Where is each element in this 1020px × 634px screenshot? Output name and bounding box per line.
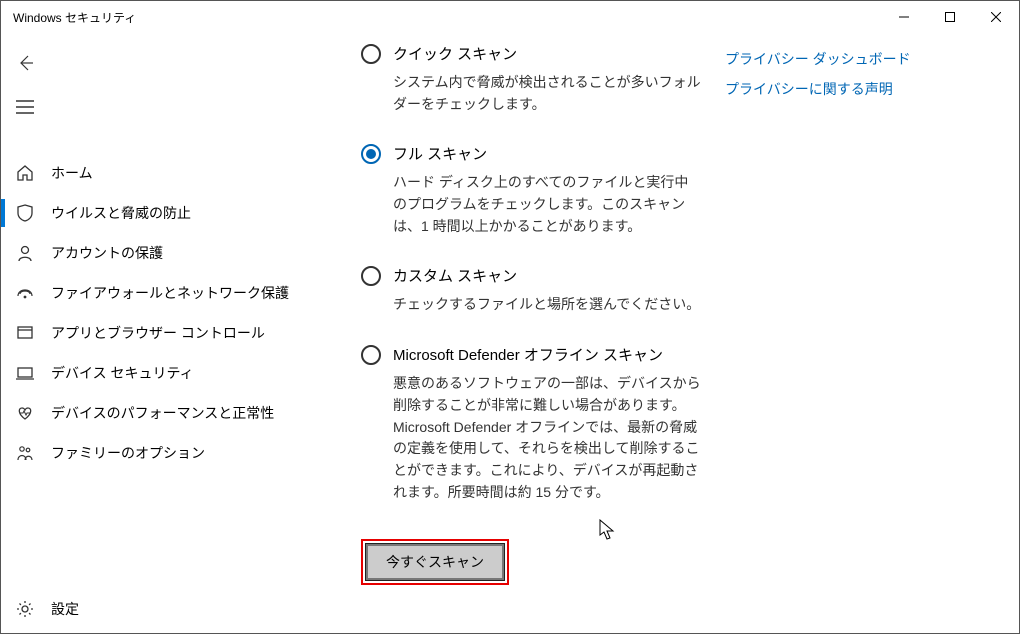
nav-label: ファミリーのオプション <box>51 443 205 463</box>
settings-label: 設定 <box>51 599 79 619</box>
network-icon <box>15 283 35 303</box>
sidebar: ホーム ウイルスと脅威の防止 アカウントの保護 ファイアウォールとネットワーク保… <box>1 33 321 633</box>
device-icon <box>15 363 35 383</box>
nav-label: ホーム <box>51 163 93 183</box>
heart-icon <box>15 403 35 423</box>
nav-label: ファイアウォールとネットワーク保護 <box>51 283 289 303</box>
cursor-icon <box>599 519 617 541</box>
scan-desc: 悪意のあるソフトウェアの一部は、デバイスから削除することが非常に難しい場合があり… <box>393 373 701 503</box>
menu-button[interactable] <box>1 85 49 129</box>
shield-icon <box>15 203 35 223</box>
gear-icon <box>15 599 35 619</box>
close-button[interactable] <box>973 1 1019 33</box>
scan-option-full: フル スキャン ハード ディスク上のすべてのファイルと実行中のプログラムをチェッ… <box>361 143 701 237</box>
scan-title: カスタム スキャン <box>393 265 517 286</box>
titlebar: Windows セキュリティ <box>1 1 1019 33</box>
link-privacy-statement[interactable]: プライバシーに関する声明 <box>725 79 911 99</box>
nav-item-account[interactable]: アカウントの保護 <box>1 233 321 273</box>
back-button[interactable] <box>1 41 49 85</box>
nav-item-home[interactable]: ホーム <box>1 153 321 193</box>
scan-title: Microsoft Defender オフライン スキャン <box>393 344 663 365</box>
nav-item-family[interactable]: ファミリーのオプション <box>1 433 321 473</box>
radio-quick[interactable] <box>361 44 381 64</box>
nav-item-firewall[interactable]: ファイアウォールとネットワーク保護 <box>1 273 321 313</box>
minimize-button[interactable] <box>881 1 927 33</box>
radio-custom[interactable] <box>361 266 381 286</box>
window-controls <box>881 1 1019 33</box>
scan-options: クイック スキャン システム内で脅威が検出されることが多いフォルダーをチェックし… <box>361 43 701 633</box>
scan-desc: システム内で脅威が検出されることが多いフォルダーをチェックします。 <box>393 72 701 115</box>
main-content: クイック スキャン システム内で脅威が検出されることが多いフォルダーをチェックし… <box>321 33 1019 633</box>
nav-item-settings[interactable]: 設定 <box>1 589 321 629</box>
scan-title: クイック スキャン <box>393 43 517 64</box>
home-icon <box>15 163 35 183</box>
link-privacy-dashboard[interactable]: プライバシー ダッシュボード <box>725 49 911 69</box>
scan-option-offline: Microsoft Defender オフライン スキャン 悪意のあるソフトウェ… <box>361 344 701 503</box>
app-icon <box>15 323 35 343</box>
nav-label: アプリとブラウザー コントロール <box>51 323 265 343</box>
radio-full[interactable] <box>361 144 381 164</box>
nav-label: ウイルスと脅威の防止 <box>51 203 191 223</box>
account-icon <box>15 243 35 263</box>
scan-title: フル スキャン <box>393 143 487 164</box>
nav-list: ホーム ウイルスと脅威の防止 アカウントの保護 ファイアウォールとネットワーク保… <box>1 153 321 589</box>
scan-desc: ハード ディスク上のすべてのファイルと実行中のプログラムをチェックします。このス… <box>393 172 701 237</box>
maximize-button[interactable] <box>927 1 973 33</box>
scan-option-custom: カスタム スキャン チェックするファイルと場所を選んでください。 <box>361 265 701 316</box>
nav-item-virus[interactable]: ウイルスと脅威の防止 <box>1 193 321 233</box>
nav-label: アカウントの保護 <box>51 243 163 263</box>
scan-option-quick: クイック スキャン システム内で脅威が検出されることが多いフォルダーをチェックし… <box>361 43 701 115</box>
nav-item-device-security[interactable]: デバイス セキュリティ <box>1 353 321 393</box>
nav-item-app-browser[interactable]: アプリとブラウザー コントロール <box>1 313 321 353</box>
radio-offline[interactable] <box>361 345 381 365</box>
scan-button-highlight: 今すぐスキャン <box>361 539 509 585</box>
links-panel: プライバシー ダッシュボード プライバシーに関する声明 <box>725 43 911 633</box>
nav-label: デバイスのパフォーマンスと正常性 <box>51 403 274 423</box>
window-title: Windows セキュリティ <box>13 9 881 26</box>
nav-label: デバイス セキュリティ <box>51 363 194 383</box>
family-icon <box>15 443 35 463</box>
scan-now-button[interactable]: 今すぐスキャン <box>366 544 504 580</box>
nav-item-performance[interactable]: デバイスのパフォーマンスと正常性 <box>1 393 321 433</box>
scan-desc: チェックするファイルと場所を選んでください。 <box>393 294 701 316</box>
